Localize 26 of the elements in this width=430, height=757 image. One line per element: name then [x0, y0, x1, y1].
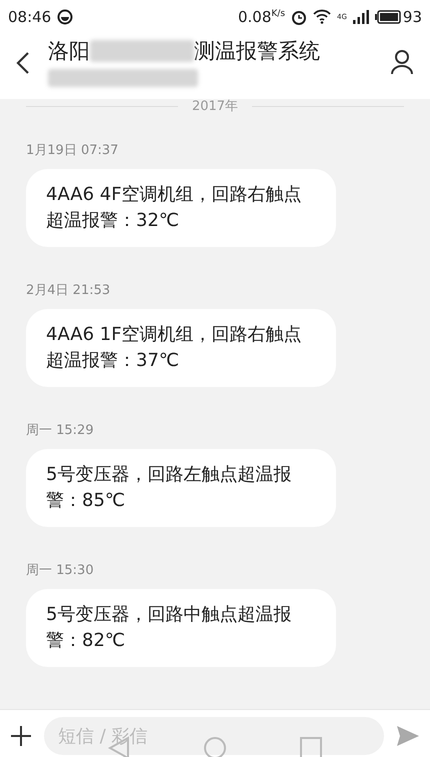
network-speed: 0.08$^{K/s}$ — [238, 8, 286, 26]
status-time: 08:46 — [8, 8, 52, 26]
conversation-title: 测温报警系统 — [194, 38, 320, 65]
wifi-icon — [313, 9, 332, 24]
message-time: 周一 15:30 — [26, 562, 94, 579]
conversation-title: 洛阳 — [48, 38, 90, 65]
year-divider: 2017年 — [192, 98, 238, 115]
message-bubble: 4AA6 1F空调机组，回路右触点超温报警：37℃ — [26, 309, 336, 387]
recents-nav-icon[interactable] — [300, 736, 322, 757]
battery-level: 93 — [402, 8, 422, 26]
add-icon[interactable] — [10, 725, 32, 747]
message-bubble: 5号变压器，回路中触点超温报警：82℃ — [26, 589, 336, 667]
network-type: 4G — [337, 12, 347, 20]
message-bubble: 5号变压器，回路左触点超温报警：85℃ — [26, 449, 336, 527]
message-time: 1月19日 07:37 — [26, 142, 118, 159]
signal-icon — [352, 10, 369, 24]
send-icon[interactable] — [396, 725, 420, 747]
contact-icon[interactable] — [390, 49, 414, 75]
message-bubble: 4AA6 4F空调机组，回路右触点超温报警：32℃ — [26, 169, 336, 247]
alarm-icon — [291, 8, 308, 24]
message-time: 周一 15:29 — [26, 422, 94, 439]
message-time: 2月4日 21:53 — [26, 282, 110, 299]
home-nav-icon[interactable] — [203, 736, 227, 757]
back-icon[interactable] — [16, 51, 30, 75]
battery-icon — [374, 10, 401, 24]
notification-icon — [57, 8, 74, 24]
